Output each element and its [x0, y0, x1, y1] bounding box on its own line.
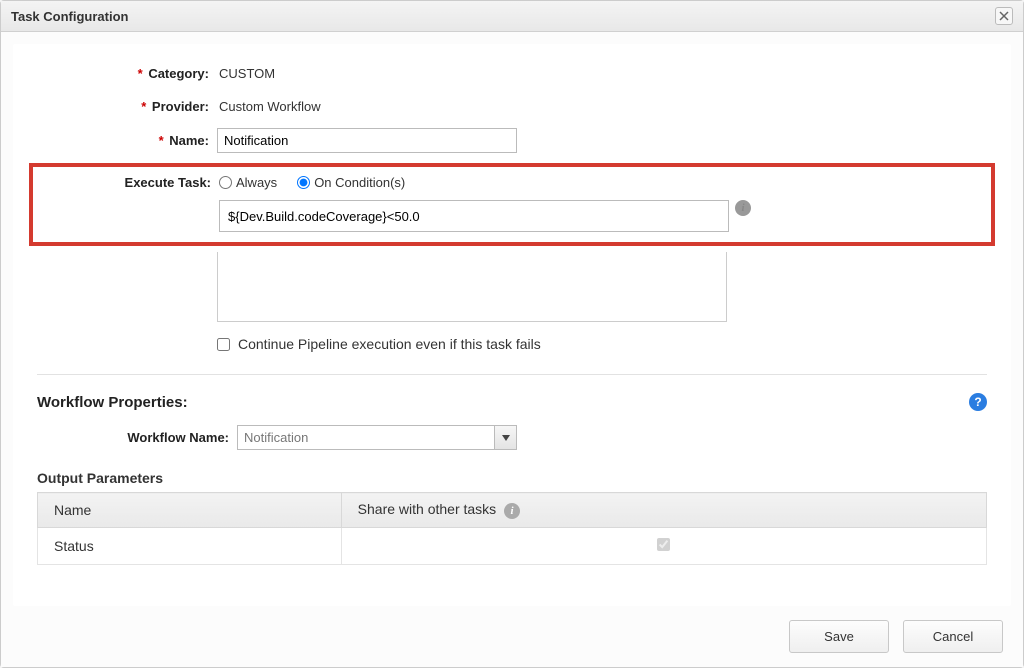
- row-category: * Category: CUSTOM: [37, 62, 987, 85]
- radio-cond-label[interactable]: On Condition(s): [297, 175, 405, 190]
- param-name: Status: [38, 528, 342, 565]
- continue-label: Continue Pipeline execution even if this…: [238, 336, 541, 352]
- share-checkbox[interactable]: [657, 538, 670, 551]
- condition-textarea[interactable]: [217, 252, 727, 322]
- dialog-footer: Save Cancel: [1, 606, 1023, 667]
- col-share: Share with other tasks i: [341, 493, 986, 528]
- info-icon[interactable]: i: [735, 200, 751, 216]
- workflow-section-header: Workflow Properties: ?: [37, 393, 987, 411]
- execute-label: Execute Task:: [39, 175, 219, 190]
- output-params-title: Output Parameters: [37, 470, 987, 486]
- dialog-title: Task Configuration: [11, 9, 128, 24]
- workflow-name-value[interactable]: [237, 425, 495, 450]
- provider-value: Custom Workflow: [217, 95, 323, 118]
- param-share-cell: [341, 528, 986, 565]
- info-icon[interactable]: i: [504, 503, 520, 519]
- category-value: CUSTOM: [217, 62, 277, 85]
- close-icon[interactable]: [995, 7, 1013, 25]
- dialog-content: * Category: CUSTOM * Provider: Custom Wo…: [13, 44, 1011, 606]
- cancel-button[interactable]: Cancel: [903, 620, 1003, 653]
- radio-always[interactable]: [219, 176, 232, 189]
- save-button[interactable]: Save: [789, 620, 889, 653]
- section-divider: [37, 374, 987, 375]
- output-params-table: Name Share with other tasks i Status: [37, 492, 987, 565]
- help-icon[interactable]: ?: [969, 393, 987, 411]
- task-config-dialog: Task Configuration * Category: CUSTOM * …: [0, 0, 1024, 668]
- workflow-section-title: Workflow Properties:: [37, 394, 188, 411]
- chevron-down-icon[interactable]: [495, 425, 517, 450]
- name-input[interactable]: [217, 128, 517, 153]
- radio-on-condition[interactable]: [297, 176, 310, 189]
- table-row: Status: [38, 528, 987, 565]
- row-provider: * Provider: Custom Workflow: [37, 95, 987, 118]
- category-label: * Category:: [37, 66, 217, 81]
- col-name: Name: [38, 493, 342, 528]
- execute-radio-group: Always On Condition(s): [219, 175, 419, 190]
- continue-checkbox[interactable]: [217, 338, 230, 351]
- dialog-titlebar: Task Configuration: [1, 1, 1023, 32]
- execute-task-highlight: Execute Task: Always On Condition(s) i: [29, 163, 995, 246]
- row-name: * Name:: [37, 128, 987, 153]
- row-execute: Execute Task: Always On Condition(s): [39, 175, 985, 190]
- name-label: * Name:: [37, 133, 217, 148]
- workflow-name-label: Workflow Name:: [37, 430, 237, 445]
- radio-always-label[interactable]: Always: [219, 175, 277, 190]
- row-workflow-name: Workflow Name:: [37, 425, 987, 450]
- workflow-name-select[interactable]: [237, 425, 517, 450]
- provider-label: * Provider:: [37, 99, 217, 114]
- table-header-row: Name Share with other tasks i: [38, 493, 987, 528]
- row-continue: Continue Pipeline execution even if this…: [217, 336, 987, 352]
- condition-row: i: [219, 200, 985, 232]
- condition-input[interactable]: [219, 200, 729, 232]
